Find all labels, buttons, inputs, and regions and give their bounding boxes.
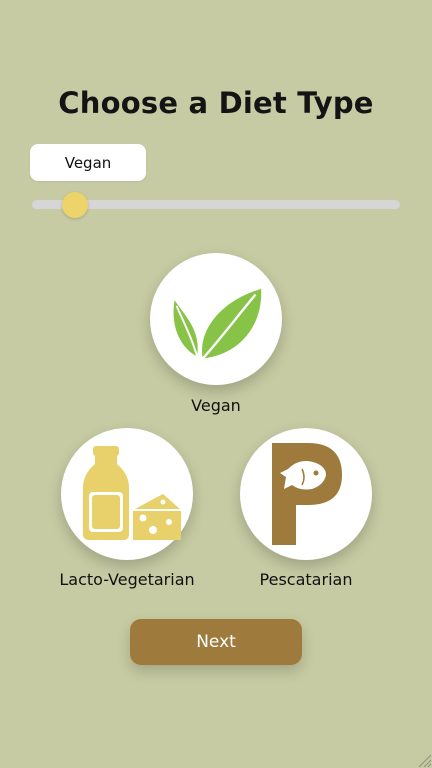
diet-slider-thumb[interactable] [62, 192, 88, 218]
option-lacto-vegetarian[interactable] [61, 428, 193, 560]
option-pescatarian[interactable] [240, 428, 372, 560]
slider-value-tooltip: Vegan [30, 144, 146, 181]
next-button[interactable]: Next [130, 619, 302, 665]
leaves-icon [173, 288, 262, 360]
page-title: Choose a Diet Type [58, 86, 374, 120]
option-vegan[interactable] [150, 253, 282, 385]
resize-grip-icon[interactable] [414, 750, 432, 768]
milk-cheese-icon [83, 446, 181, 540]
option-label-pescatarian: Pescatarian [259, 570, 353, 589]
option-label-lacto-vegetarian: Lacto-Vegetarian [59, 570, 195, 589]
fish-p-icon [272, 443, 342, 545]
option-label-vegan: Vegan [191, 396, 241, 415]
